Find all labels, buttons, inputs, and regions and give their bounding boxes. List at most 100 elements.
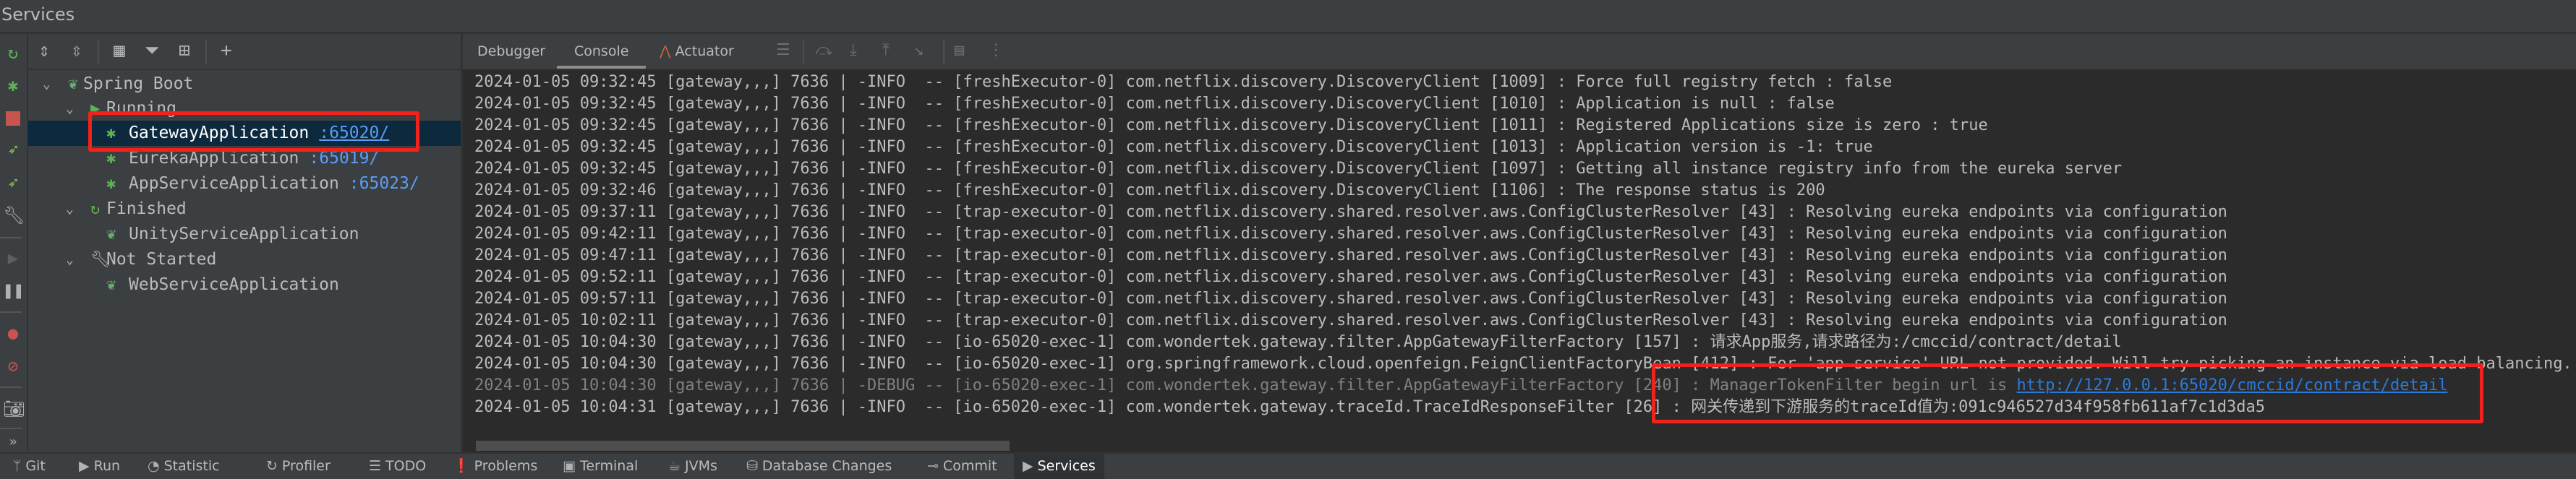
tool-window-label: Profiler xyxy=(281,458,330,474)
camera-icon[interactable]: 📷︎ xyxy=(3,399,25,419)
log-text: 2024-01-05 09:47:11 [gateway,,,] 7636 | … xyxy=(474,246,2227,264)
bottom-tool-window-bar: ᛘ Git ▶ Run ◔ Statistic ↻ Profiler ☰ TODO ❗ Problem… xyxy=(0,452,2576,479)
tool-window-run[interactable]: ▶ Run xyxy=(70,454,129,479)
tool-window-git[interactable]: ᛘ Git xyxy=(4,454,54,479)
log-line: 2024-01-05 09:47:11 [gateway,,,] 7636 | … xyxy=(474,245,2227,267)
divider xyxy=(943,40,944,64)
trace-icon[interactable]: ⋮ xyxy=(988,41,1004,59)
log-text: 2024-01-05 09:32:45 [gateway,,,] 7636 | … xyxy=(474,73,1893,91)
pause-icon[interactable]: ❚❚ xyxy=(3,280,24,301)
tab-actuator[interactable]: ⋀ Actuator xyxy=(660,34,734,69)
log-line: 2024-01-05 10:02:11 [gateway,,,] 7636 | … xyxy=(474,310,2227,332)
tree-node-web-service-application[interactable]: ❦ WebServiceApplication xyxy=(28,272,461,298)
todo-list-icon: ☰ xyxy=(369,458,382,474)
step-into-icon[interactable]: ⤓ xyxy=(850,41,857,59)
collapse-all-icon[interactable]: ⇳ xyxy=(65,40,88,61)
log-text: 2024-01-05 09:32:45 [gateway,,,] 7636 | … xyxy=(474,160,2123,178)
tab-console[interactable]: Console xyxy=(557,34,647,69)
log-line: 2024-01-05 09:32:45 [gateway,,,] 7636 | … xyxy=(474,158,2122,180)
horizontal-scrollbar[interactable] xyxy=(476,441,1010,451)
log-line: 2024-01-05 09:32:45 [gateway,,,] 7636 | … xyxy=(474,115,1988,137)
git-branch-icon: ᛘ xyxy=(13,458,22,474)
chevron-down-icon[interactable]: ⌄ xyxy=(66,197,74,222)
tool-window-jvms[interactable]: ☕ JVMs xyxy=(660,454,726,479)
chevron-down-icon[interactable]: ⌄ xyxy=(43,72,51,97)
console-tab-bar: Debugger Console ⋀ Actuator ☰ ⤼ ⤓ ⤒ ↘ ▤ … xyxy=(463,34,2576,70)
tool-window-commit[interactable]: ⊸ Commit xyxy=(918,454,1006,479)
actuator-icon: ⋀ xyxy=(660,43,675,59)
new-tab-icon[interactable]: ⊞ xyxy=(173,40,196,61)
filter-icon[interactable]: ⏷ xyxy=(140,40,163,62)
log-line: 2024-01-05 09:42:11 [gateway,,,] 7636 | … xyxy=(474,223,2227,245)
rerun-icon[interactable]: ↻ xyxy=(3,43,23,63)
run-spring-icon[interactable]: ➶ xyxy=(3,139,23,160)
tab-debugger[interactable]: Debugger xyxy=(477,34,545,69)
finished-icon: ↻ xyxy=(90,200,101,218)
tree-node-not-started[interactable]: ⌄ 🔧︎ Not Started xyxy=(28,247,461,272)
services-icon: ▶ xyxy=(1023,458,1033,474)
more-icon[interactable]: » xyxy=(3,432,23,452)
highlight-box xyxy=(88,111,419,152)
tool-window-profiler[interactable]: ↻ Profiler xyxy=(257,454,339,479)
jvm-icon: ☕ xyxy=(668,458,681,474)
run-icon: ▶ xyxy=(79,458,90,474)
log-line: 2024-01-05 09:32:46 [gateway,,,] 7636 | … xyxy=(474,180,1825,202)
wrench-icon[interactable]: 🔧︎ xyxy=(3,205,25,225)
tool-window-problems[interactable]: ❗ Problems xyxy=(444,454,546,479)
tree-node-appservice-application[interactable]: ✱ AppServiceApplication:65023/ xyxy=(28,171,461,197)
divider xyxy=(0,237,22,238)
divider xyxy=(205,40,207,64)
tree-node-label: Not Started xyxy=(106,250,217,269)
database-icon: ⛁ xyxy=(746,458,758,474)
divider xyxy=(0,387,22,388)
log-text: 2024-01-05 09:57:11 [gateway,,,] 7636 | … xyxy=(474,290,2227,308)
group-icon[interactable]: ▦ xyxy=(108,40,131,61)
tool-window-services[interactable]: ▶ Services xyxy=(1014,454,1104,479)
tool-window-label: Commit xyxy=(942,458,997,474)
log-line: 2024-01-05 09:32:45 [gateway,,,] 7636 | … xyxy=(474,137,1873,158)
log-text: 2024-01-05 09:37:11 [gateway,,,] 7636 | … xyxy=(474,203,2227,221)
service-name: WebServiceApplication xyxy=(129,275,339,294)
resume-icon[interactable]: ▶ xyxy=(3,248,23,268)
add-icon[interactable]: + xyxy=(215,40,238,61)
expand-all-icon[interactable]: ⇕ xyxy=(33,40,56,61)
statistic-icon: ◔ xyxy=(148,458,160,474)
stop-icon[interactable] xyxy=(3,108,23,128)
step-over-icon[interactable]: ⤼ xyxy=(816,41,833,59)
bug-icon: ✱ xyxy=(106,175,116,193)
tree-node-unity-service-application[interactable]: ❦ UnityServiceApplication xyxy=(28,222,461,247)
tool-window-database-changes[interactable]: ⛁ Database Changes xyxy=(738,454,900,479)
tree-node-label: Finished xyxy=(106,199,187,218)
evaluate-icon[interactable]: ▤ xyxy=(955,41,964,59)
port-link[interactable]: :65023/ xyxy=(349,174,419,193)
log-line: 2024-01-05 10:04:30 [gateway,,,] 7636 | … xyxy=(474,332,2121,353)
log-line: 2024-01-05 09:32:45 [gateway,,,] 7636 | … xyxy=(474,72,1892,93)
spring-boot-icon: ❦ xyxy=(106,225,116,243)
tool-window-statistic[interactable]: ◔ Statistic xyxy=(139,454,229,479)
chevron-down-icon[interactable]: ⌄ xyxy=(66,96,74,121)
run-to-cursor-icon[interactable]: ↘ xyxy=(914,41,924,59)
step-out-icon[interactable]: ⤒ xyxy=(882,41,890,59)
threads-icon[interactable]: ☰ xyxy=(776,41,790,59)
tree-node-spring-boot[interactable]: ⌄ ❦ Spring Boot xyxy=(28,72,461,97)
spring-boot-icon: ❦ xyxy=(68,75,78,93)
tree-toolbar: ⇕ ⇳ ▦ ⏷ ⊞ + xyxy=(28,34,461,70)
debug-icon[interactable]: ✱ xyxy=(3,75,23,95)
divider xyxy=(803,40,804,64)
log-text: 2024-01-05 09:32:46 [gateway,,,] 7636 | … xyxy=(474,181,1825,199)
profiler-icon: ↻ xyxy=(266,458,278,474)
left-action-toolbar: ↻ ✱ ➶ ➶ 🔧︎ ▶ ❚❚ ● ⊘ 📷︎ » xyxy=(0,34,28,452)
log-line: 2024-01-05 09:57:11 [gateway,,,] 7636 | … xyxy=(474,288,2227,310)
tool-window-title: Services xyxy=(1,4,75,25)
log-text: 2024-01-05 10:04:30 [gateway,,,] 7636 | … xyxy=(474,333,2122,351)
tool-window-label: Database Changes xyxy=(762,458,892,474)
tree-node-finished[interactable]: ⌄ ↻ Finished xyxy=(28,197,461,222)
tool-window-label: TODO xyxy=(385,458,427,474)
tool-window-todo[interactable]: ☰ TODO xyxy=(360,454,435,479)
tool-window-label: Git xyxy=(25,458,46,474)
chevron-down-icon[interactable]: ⌄ xyxy=(66,247,74,272)
mute-breakpoints-icon[interactable]: ⊘ xyxy=(3,356,23,376)
breakpoints-icon[interactable]: ● xyxy=(3,323,23,343)
tool-window-terminal[interactable]: ▣ Terminal xyxy=(554,454,647,479)
debug-spring-icon[interactable]: ➶ xyxy=(3,173,23,193)
